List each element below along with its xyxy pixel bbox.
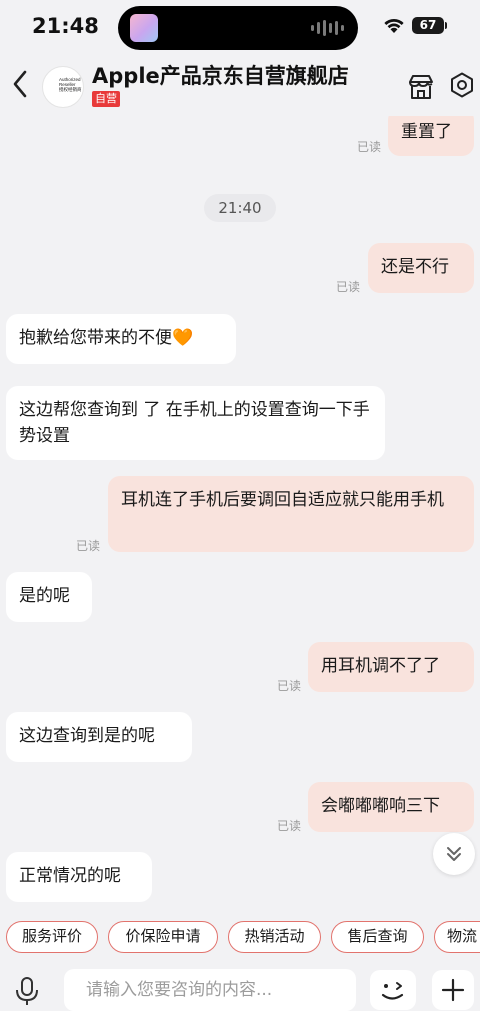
read-receipt: 已读 — [336, 280, 361, 294]
emoji-button[interactable] — [370, 970, 416, 1010]
self-operated-badge: 自营 — [92, 91, 120, 107]
outgoing-message[interactable]: 会嘟嘟嘟响三下 — [308, 782, 474, 832]
store-avatar[interactable]: Authorized Reseller 授权经销商 — [42, 66, 84, 108]
message-input[interactable] — [64, 969, 356, 1011]
message-text: 这边查询到是的呢 — [19, 726, 155, 746]
message-text: 这边帮您查询到 了 在手机上的设置查询一下手势设置 — [19, 400, 370, 446]
outgoing-message[interactable]: 重置了 — [388, 116, 474, 156]
message-text: 用耳机调不了了 — [321, 656, 440, 676]
chat-message-list[interactable]: 重置了 已读 21:40 还是不行 已读 抱歉给您带来的不便🧡 这边帮您查询到 … — [0, 116, 480, 916]
back-arrow-icon[interactable] — [8, 68, 32, 100]
chat-header: Authorized Reseller 授权经销商 Apple产品京东自营旗舰店 自… — [0, 54, 480, 116]
double-chevron-down-icon — [447, 847, 461, 861]
message-text: 耳机连了手机后要调回自适应就只能用手机 — [121, 490, 444, 510]
wifi-icon — [384, 18, 404, 33]
incoming-message[interactable]: 抱歉给您带来的不便🧡 — [6, 314, 236, 364]
input-bar — [0, 958, 480, 1011]
incoming-message[interactable]: 这边帮您查询到 了 在手机上的设置查询一下手势设置 — [6, 386, 385, 460]
message-text: 抱歉给您带来的不便🧡 — [19, 328, 194, 348]
chip-price-protection[interactable]: 价保险申请 — [108, 921, 218, 953]
chip-service-review[interactable]: 服务评价 — [6, 921, 98, 953]
music-artwork-icon — [130, 14, 158, 42]
chip-after-sales[interactable]: 售后查询 — [331, 921, 424, 953]
more-options-button[interactable] — [432, 970, 474, 1010]
time-divider: 21:40 — [204, 194, 276, 222]
audio-waveform-icon — [311, 19, 344, 37]
settings-gear-icon[interactable] — [449, 72, 475, 98]
message-text: 重置了 — [401, 122, 452, 142]
message-text: 正常情况的呢 — [19, 866, 121, 886]
wink-emoji-icon — [381, 982, 404, 1000]
plus-icon — [441, 978, 465, 1002]
incoming-message[interactable]: 是的呢 — [6, 572, 92, 622]
read-receipt: 已读 — [277, 819, 302, 833]
quick-action-bar[interactable]: 服务评价 价保险申请 热销活动 售后查询 物流 — [0, 916, 480, 958]
status-time: 21:48 — [32, 14, 99, 38]
shop-icon[interactable] — [406, 72, 436, 102]
scroll-to-bottom-button[interactable] — [433, 833, 475, 875]
outgoing-message[interactable]: 用耳机调不了了 — [308, 642, 474, 692]
message-text: 会嘟嘟嘟响三下 — [321, 796, 440, 816]
battery-cap — [445, 22, 447, 29]
reseller-caption: Authorized Reseller 授权经销商 — [59, 77, 82, 92]
outgoing-message[interactable]: 耳机连了手机后要调回自适应就只能用手机 — [108, 476, 474, 552]
chip-hot-sales[interactable]: 热销活动 — [228, 921, 321, 953]
incoming-message[interactable]: 正常情况的呢 — [6, 852, 152, 902]
microphone-icon[interactable] — [14, 976, 40, 1006]
battery-icon: 67 — [412, 17, 444, 34]
store-title[interactable]: Apple产品京东自营旗舰店 — [92, 60, 349, 90]
status-bar: 21:48 67 — [0, 0, 480, 54]
message-text: 还是不行 — [381, 257, 449, 277]
dynamic-island[interactable] — [118, 6, 358, 50]
read-receipt: 已读 — [277, 679, 302, 693]
message-text: 是的呢 — [19, 586, 70, 606]
read-receipt: 已读 — [76, 539, 101, 553]
incoming-message[interactable]: 这边查询到是的呢 — [6, 712, 192, 762]
read-receipt: 已读 — [357, 140, 382, 154]
outgoing-message[interactable]: 还是不行 — [368, 243, 474, 293]
chip-logistics[interactable]: 物流 — [434, 921, 480, 953]
